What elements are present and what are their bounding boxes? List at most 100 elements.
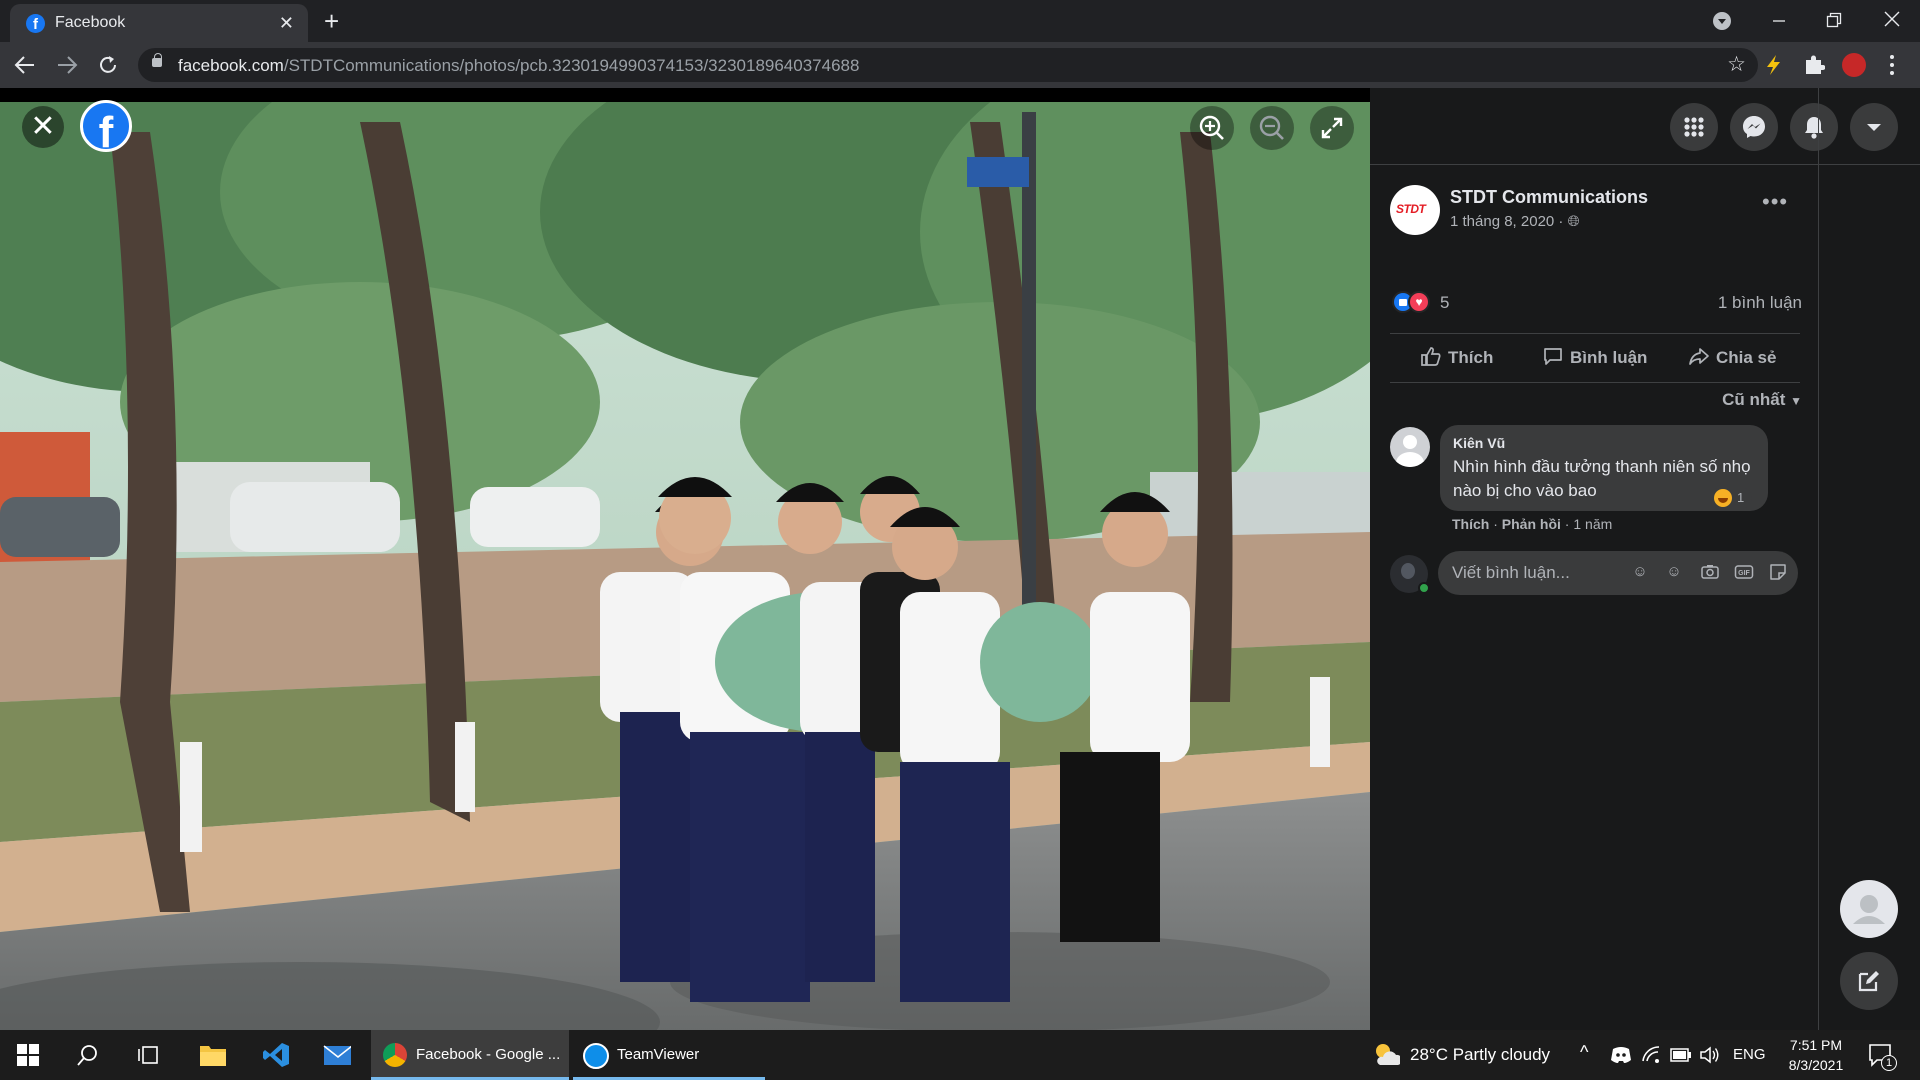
facebook-favicon-icon: f — [26, 14, 45, 33]
post-sidebar: STDT STDT Communications 1 tháng 8, 2020… — [1370, 88, 1920, 1030]
minimize-window-icon[interactable] — [1772, 14, 1786, 28]
comment-label: Bình luận — [1570, 348, 1648, 367]
windows-taskbar: Facebook - Google ... TeamViewer 28°C Pa… — [0, 1030, 1920, 1080]
post-date[interactable]: 1 tháng 8, 2020 · 🌐︎ — [1450, 213, 1580, 230]
browser-menu-icon[interactable] — [1888, 54, 1896, 76]
zoom-out-button[interactable] — [1250, 106, 1294, 150]
grid-menu-icon — [1684, 117, 1704, 137]
post-photo[interactable] — [0, 102, 1370, 1080]
address-bar[interactable]: facebook.com/STDTCommunications/photos/p… — [138, 48, 1758, 82]
facebook-logo[interactable]: f — [80, 100, 132, 157]
gif-icon[interactable]: GIF — [1734, 562, 1754, 582]
url-path: /STDTCommunications/photos/pcb.323019499… — [283, 56, 860, 75]
system-clock[interactable]: 7:51 PM 8/3/2021 — [1776, 1035, 1856, 1075]
camera-icon[interactable] — [1700, 562, 1720, 582]
notification-badge: 1 — [1881, 1055, 1897, 1071]
page-avatar[interactable]: STDT — [1390, 185, 1440, 235]
tab-search-icon[interactable] — [1713, 12, 1731, 30]
page-name[interactable]: STDT Communications — [1450, 187, 1648, 208]
post-options-icon[interactable]: ••• — [1762, 189, 1788, 215]
battery-icon[interactable] — [1670, 1047, 1698, 1075]
comment-input[interactable]: Viết bình luận... ☺ ☺ GIF — [1438, 551, 1798, 595]
like-button[interactable]: Thích — [1420, 346, 1493, 368]
comment-count[interactable]: 1 bình luận — [1602, 293, 1802, 313]
url-host: facebook.com — [178, 56, 284, 75]
emoji-icon[interactable]: ☺ — [1664, 562, 1684, 582]
mail-icon[interactable] — [323, 1043, 351, 1071]
profile-avatar-icon[interactable] — [1842, 53, 1866, 77]
task-view-icon[interactable] — [137, 1043, 165, 1071]
taskbar-app-label: TeamViewer — [617, 1046, 700, 1063]
contact-avatar-button[interactable] — [1840, 880, 1898, 938]
comment-reaction-badge[interactable]: 1 — [1710, 487, 1752, 509]
comment-author[interactable]: Kiên Vũ — [1453, 435, 1505, 451]
reload-icon[interactable] — [97, 54, 119, 76]
post-date-text: 1 tháng 8, 2020 · — [1450, 213, 1568, 230]
zoom-in-button[interactable] — [1190, 106, 1234, 150]
weather-partly-cloudy-icon[interactable] — [1372, 1041, 1400, 1069]
browser-tab-facebook[interactable]: f Facebook ✕ — [10, 4, 308, 42]
share-button[interactable]: Chia sẻ — [1688, 346, 1776, 368]
teamviewer-icon — [583, 1043, 609, 1069]
online-status-dot — [1418, 582, 1430, 594]
bookmark-star-icon[interactable]: ☆ — [1727, 52, 1746, 77]
compose-icon — [1858, 971, 1879, 992]
comment-like-link[interactable]: Thích — [1452, 516, 1489, 532]
messenger-icon — [1743, 116, 1765, 138]
love-reaction-icon: ♥ — [1408, 291, 1430, 313]
sticker-icon[interactable] — [1768, 562, 1788, 582]
messenger-button[interactable] — [1730, 103, 1778, 151]
vscode-icon[interactable] — [262, 1041, 290, 1069]
extensions-puzzle-icon[interactable] — [1803, 54, 1825, 76]
tab-title: Facebook — [55, 14, 126, 31]
new-tab-button[interactable]: + — [324, 6, 339, 37]
zoom-in-icon — [1199, 115, 1224, 140]
comment-bubble-icon — [1544, 348, 1562, 365]
thumb-up-icon — [1421, 347, 1441, 366]
meta-separator: · — [1489, 516, 1502, 532]
photo-scene — [0, 102, 1370, 1080]
forward-arrow-icon[interactable] — [56, 55, 78, 75]
new-message-button[interactable] — [1840, 952, 1898, 1010]
zoom-out-icon — [1259, 115, 1284, 140]
comment-reply-link[interactable]: Phản hồi — [1502, 516, 1561, 532]
file-explorer-icon[interactable] — [199, 1042, 227, 1070]
comment-author-avatar[interactable] — [1390, 427, 1430, 467]
taskbar-app-teamviewer[interactable]: TeamViewer — [573, 1030, 765, 1080]
person-icon — [1853, 895, 1885, 924]
search-icon[interactable] — [76, 1043, 104, 1071]
photo-viewer: ✕ f — [0, 88, 1370, 1080]
taskbar-app-label: Facebook - Google ... — [416, 1046, 561, 1063]
comment-reaction-count: 1 — [1737, 490, 1745, 505]
volume-icon[interactable] — [1699, 1045, 1727, 1073]
lock-icon[interactable] — [152, 53, 162, 67]
close-viewer-button[interactable]: ✕ — [22, 106, 64, 148]
avatar-sticker-icon[interactable]: ☺ — [1630, 562, 1650, 582]
share-label: Chia sẻ — [1716, 348, 1777, 367]
chrome-icon — [383, 1043, 407, 1067]
discord-icon[interactable] — [1610, 1045, 1638, 1073]
comment-button[interactable]: Bình luận — [1542, 346, 1647, 368]
post-action-bar: Thích Bình luận Chia sẻ — [1390, 333, 1800, 383]
expand-icon — [1321, 117, 1343, 139]
extension-lightning-icon[interactable] — [1762, 54, 1784, 76]
restore-window-icon[interactable] — [1826, 12, 1842, 28]
show-hidden-icons-chevron-icon[interactable]: ^ — [1580, 1042, 1588, 1063]
comment-placeholder: Viết bình luận... — [1452, 563, 1570, 582]
wifi-icon[interactable] — [1641, 1045, 1669, 1073]
browser-tab-strip: f Facebook ✕ + — [0, 0, 1920, 42]
tab-close-icon[interactable]: ✕ — [279, 13, 294, 34]
close-window-icon[interactable] — [1884, 11, 1900, 27]
back-arrow-icon[interactable] — [14, 55, 36, 75]
weather-text[interactable]: 28°C Partly cloudy — [1410, 1045, 1550, 1065]
comment-time[interactable]: 1 năm — [1573, 516, 1612, 532]
fullscreen-button[interactable] — [1310, 106, 1354, 150]
input-language[interactable]: ENG — [1733, 1046, 1766, 1063]
comment-sort-dropdown[interactable]: Cũ nhất ▼ — [1722, 390, 1802, 410]
windows-start-icon[interactable] — [16, 1043, 44, 1071]
url-text[interactable]: facebook.com/STDTCommunications/photos/p… — [178, 56, 859, 76]
taskbar-app-chrome[interactable]: Facebook - Google ... — [371, 1030, 569, 1080]
post-details: STDT STDT Communications 1 tháng 8, 2020… — [1370, 165, 1820, 1030]
menu-button[interactable] — [1670, 103, 1718, 151]
svg-text:GIF: GIF — [1738, 570, 1750, 577]
